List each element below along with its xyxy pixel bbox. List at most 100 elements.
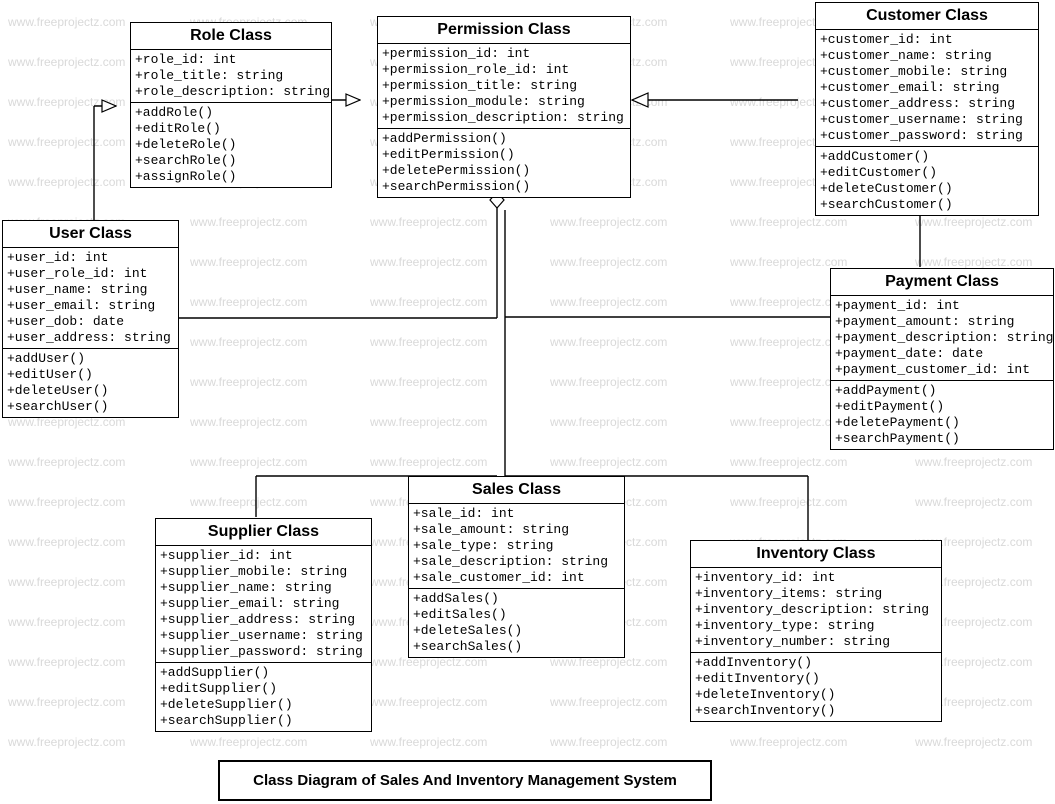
class-member: +sale_type: string — [413, 538, 620, 554]
class-member: +inventory_id: int — [695, 570, 937, 586]
class-member: +supplier_name: string — [160, 580, 367, 596]
class-member: +deleteUser() — [7, 383, 174, 399]
class-user: User Class +user_id: int+user_role_id: i… — [2, 220, 179, 418]
class-attrs: +role_id: int+role_title: string+role_de… — [131, 50, 331, 103]
class-member: +addCustomer() — [820, 149, 1034, 165]
class-member: +inventory_number: string — [695, 634, 937, 650]
class-member: +addUser() — [7, 351, 174, 367]
class-attrs: +supplier_id: int+supplier_mobile: strin… — [156, 546, 371, 663]
class-member: +editSales() — [413, 607, 620, 623]
class-member: +searchInventory() — [695, 703, 937, 719]
class-member: +inventory_type: string — [695, 618, 937, 634]
class-member: +deletePayment() — [835, 415, 1049, 431]
class-member: +searchRole() — [135, 153, 327, 169]
class-member: +addInventory() — [695, 655, 937, 671]
class-inventory: Inventory Class +inventory_id: int+inven… — [690, 540, 942, 722]
class-member: +deleteRole() — [135, 137, 327, 153]
class-member: +sale_id: int — [413, 506, 620, 522]
class-member: +deleteCustomer() — [820, 181, 1034, 197]
class-member: +customer_id: int — [820, 32, 1034, 48]
class-member: +sale_description: string — [413, 554, 620, 570]
class-attrs: +user_id: int+user_role_id: int+user_nam… — [3, 248, 178, 349]
class-member: +addPayment() — [835, 383, 1049, 399]
class-member: +inventory_items: string — [695, 586, 937, 602]
class-member: +user_email: string — [7, 298, 174, 314]
class-member: +permission_id: int — [382, 46, 626, 62]
class-member: +searchPermission() — [382, 179, 626, 195]
class-role: Role Class +role_id: int+role_title: str… — [130, 22, 332, 188]
class-member: +customer_password: string — [820, 128, 1034, 144]
class-member: +editPermission() — [382, 147, 626, 163]
class-member: +user_dob: date — [7, 314, 174, 330]
class-member: +searchSupplier() — [160, 713, 367, 729]
class-attrs: +customer_id: int+customer_name: string+… — [816, 30, 1038, 147]
class-ops: +addSales()+editSales()+deleteSales()+se… — [409, 589, 624, 657]
class-member: +customer_email: string — [820, 80, 1034, 96]
class-title: Sales Class — [409, 477, 624, 504]
class-member: +addSupplier() — [160, 665, 367, 681]
class-member: +customer_name: string — [820, 48, 1034, 64]
class-ops: +addPayment()+editPayment()+deletePaymen… — [831, 381, 1053, 449]
class-attrs: +inventory_id: int+inventory_items: stri… — [691, 568, 941, 653]
class-member: +deleteSales() — [413, 623, 620, 639]
class-attrs: +permission_id: int+permission_role_id: … — [378, 44, 630, 129]
class-member: +assignRole() — [135, 169, 327, 185]
class-member: +permission_title: string — [382, 78, 626, 94]
class-member: +permission_module: string — [382, 94, 626, 110]
class-member: +editCustomer() — [820, 165, 1034, 181]
class-member: +editSupplier() — [160, 681, 367, 697]
class-member: +permission_role_id: int — [382, 62, 626, 78]
class-member: +payment_description: string — [835, 330, 1049, 346]
class-member: +payment_amount: string — [835, 314, 1049, 330]
class-member: +supplier_address: string — [160, 612, 367, 628]
class-member: +addPermission() — [382, 131, 626, 147]
class-ops: +addSupplier()+editSupplier()+deleteSupp… — [156, 663, 371, 731]
class-member: +role_id: int — [135, 52, 327, 68]
class-member: +deleteSupplier() — [160, 697, 367, 713]
class-member: +permission_description: string — [382, 110, 626, 126]
class-title: Payment Class — [831, 269, 1053, 296]
class-sales: Sales Class +sale_id: int+sale_amount: s… — [408, 476, 625, 658]
class-member: +role_description: string — [135, 84, 327, 100]
class-member: +inventory_description: string — [695, 602, 937, 618]
class-member: +editRole() — [135, 121, 327, 137]
class-payment: Payment Class +payment_id: int+payment_a… — [830, 268, 1054, 450]
class-member: +supplier_id: int — [160, 548, 367, 564]
class-member: +supplier_mobile: string — [160, 564, 367, 580]
class-member: +user_role_id: int — [7, 266, 174, 282]
class-title: User Class — [3, 221, 178, 248]
class-title: Customer Class — [816, 3, 1038, 30]
class-member: +searchPayment() — [835, 431, 1049, 447]
class-member: +user_name: string — [7, 282, 174, 298]
class-member: +payment_date: date — [835, 346, 1049, 362]
class-customer: Customer Class +customer_id: int+custome… — [815, 2, 1039, 216]
class-title: Permission Class — [378, 17, 630, 44]
class-member: +user_id: int — [7, 250, 174, 266]
class-member: +editInventory() — [695, 671, 937, 687]
class-member: +addRole() — [135, 105, 327, 121]
class-title: Role Class — [131, 23, 331, 50]
class-title: Inventory Class — [691, 541, 941, 568]
class-ops: +addCustomer()+editCustomer()+deleteCust… — [816, 147, 1038, 215]
class-ops: +addUser()+editUser()+deleteUser()+searc… — [3, 349, 178, 417]
class-member: +user_address: string — [7, 330, 174, 346]
class-attrs: +sale_id: int+sale_amount: string+sale_t… — [409, 504, 624, 589]
class-attrs: +payment_id: int+payment_amount: string+… — [831, 296, 1053, 381]
class-member: +sale_amount: string — [413, 522, 620, 538]
class-member: +deleteInventory() — [695, 687, 937, 703]
class-supplier: Supplier Class +supplier_id: int+supplie… — [155, 518, 372, 732]
class-member: +supplier_password: string — [160, 644, 367, 660]
class-member: +searchSales() — [413, 639, 620, 655]
class-permission: Permission Class +permission_id: int+per… — [377, 16, 631, 198]
class-member: +editPayment() — [835, 399, 1049, 415]
diagram-caption: Class Diagram of Sales And Inventory Man… — [218, 760, 712, 801]
class-member: +searchCustomer() — [820, 197, 1034, 213]
class-member: +payment_id: int — [835, 298, 1049, 314]
class-title: Supplier Class — [156, 519, 371, 546]
class-member: +addSales() — [413, 591, 620, 607]
class-ops: +addPermission()+editPermission()+delete… — [378, 129, 630, 197]
diagram-canvas: www.freeprojectz.comwww.freeprojectz.com… — [0, 0, 1055, 804]
class-member: +customer_mobile: string — [820, 64, 1034, 80]
class-ops: +addRole()+editRole()+deleteRole()+searc… — [131, 103, 331, 187]
class-member: +editUser() — [7, 367, 174, 383]
